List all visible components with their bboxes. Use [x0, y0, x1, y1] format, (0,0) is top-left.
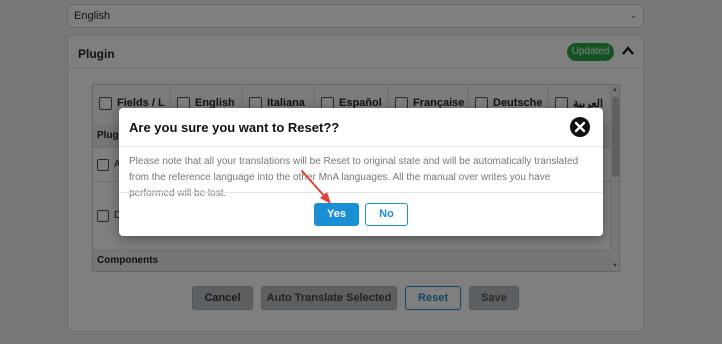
- yes-button[interactable]: Yes: [314, 203, 359, 226]
- dialog-title: Are you sure you want to Reset??: [129, 120, 340, 135]
- reset-confirm-dialog: Are you sure you want to Reset?? Please …: [119, 108, 603, 236]
- dialog-message: Please note that all your translations w…: [129, 156, 579, 199]
- no-button[interactable]: No: [365, 203, 408, 226]
- divider: [119, 192, 603, 193]
- divider: [119, 146, 603, 147]
- close-icon[interactable]: [569, 116, 591, 138]
